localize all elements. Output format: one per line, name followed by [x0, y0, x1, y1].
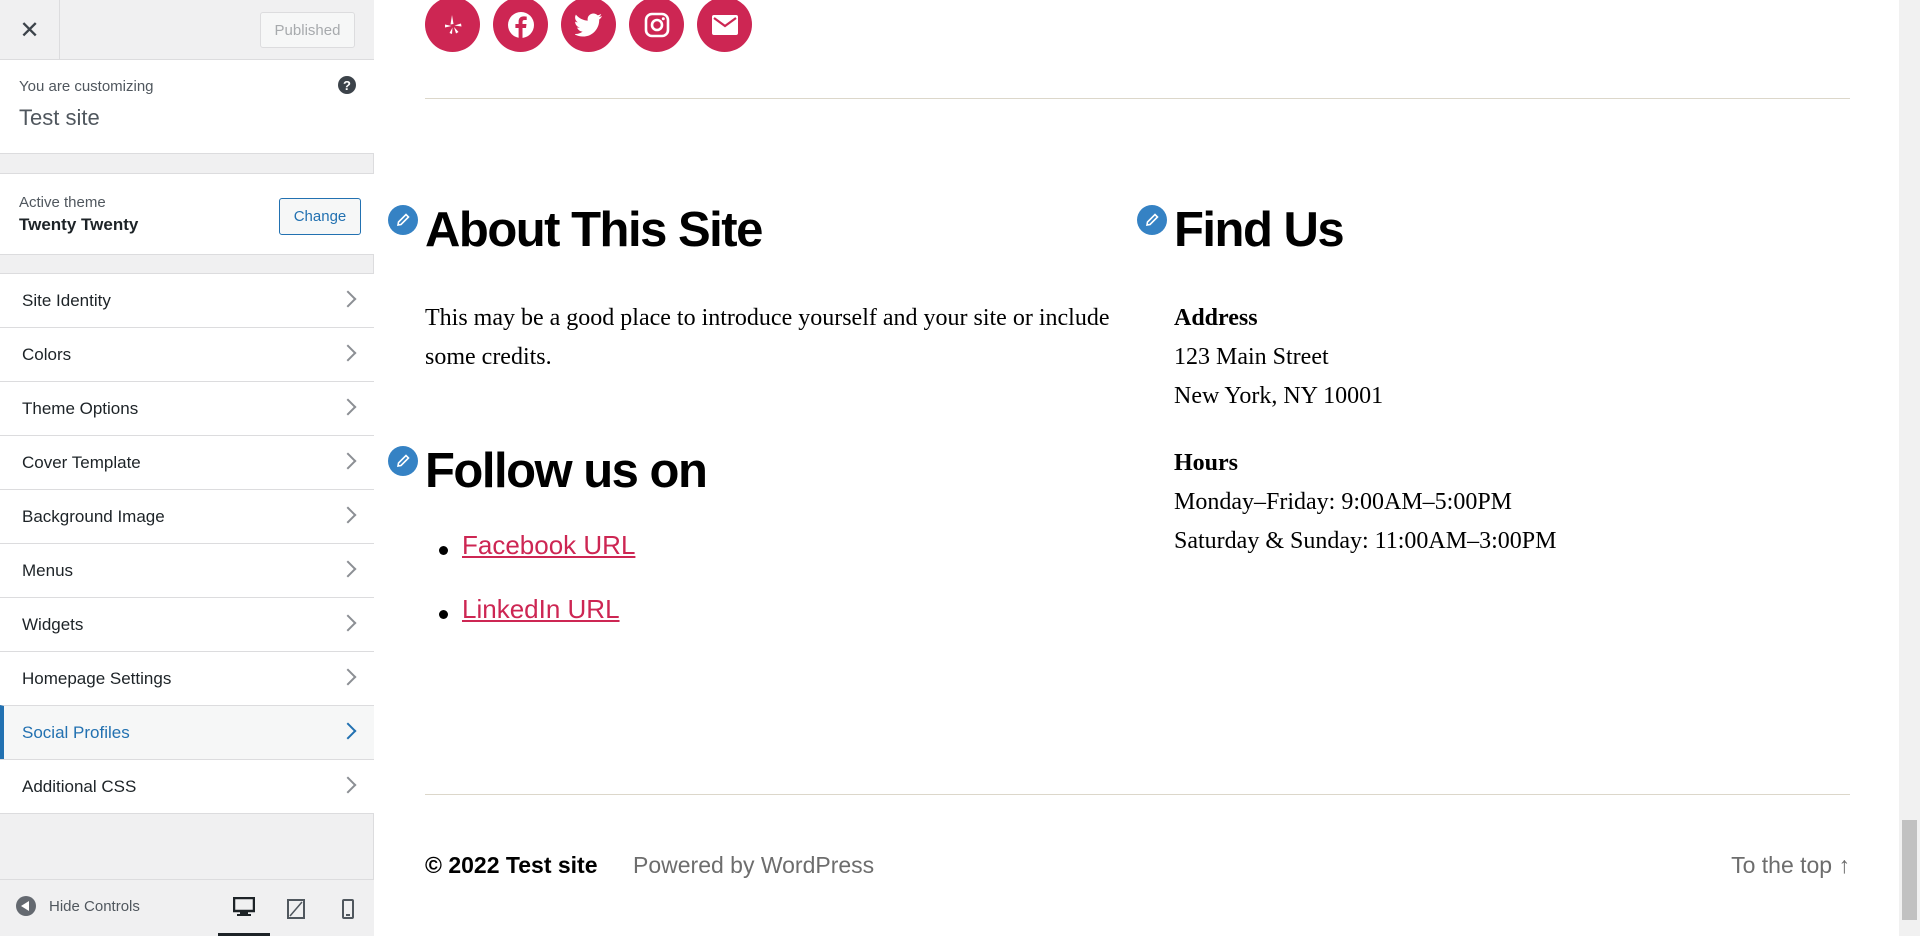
customizer-menu: Site Identity Colors Theme Options Cover…	[0, 273, 374, 814]
yelp-icon[interactable]	[425, 0, 480, 52]
chevron-right-icon	[339, 776, 357, 794]
site-title: Test site	[19, 105, 100, 130]
desktop-icon[interactable]	[218, 880, 270, 936]
menu-item-additional-css[interactable]: Additional CSS	[0, 759, 374, 814]
menu-item-label: Widgets	[22, 614, 84, 634]
hours-line: Monday–Friday: 9:00AM–5:00PM	[1174, 489, 1513, 515]
edit-widget-pencil-icon[interactable]	[386, 444, 420, 478]
menu-item-menus[interactable]: Menus	[0, 543, 374, 598]
address-block: Address 123 Main Street New York, NY 100…	[1174, 299, 1383, 416]
collapse-arrow-icon	[16, 896, 36, 916]
menu-item-label: Menus	[22, 560, 74, 580]
customizer-footer: Hide Controls	[0, 879, 374, 936]
chevron-right-icon	[339, 290, 357, 308]
divider	[425, 98, 1850, 99]
instagram-icon[interactable]	[629, 0, 684, 52]
hours-label: Hours	[1174, 450, 1239, 476]
menu-item-theme-options[interactable]: Theme Options	[0, 381, 374, 436]
email-icon[interactable]	[697, 0, 752, 52]
facebook-url-link[interactable]: Facebook URL	[462, 530, 635, 560]
tablet-icon[interactable]	[270, 880, 322, 936]
active-theme-panel: Active theme Twenty Twenty Change	[0, 173, 374, 255]
hours-block: Hours Monday–Friday: 9:00AM–5:00PM Satur…	[1174, 444, 1556, 561]
powered-by-link[interactable]: Powered by WordPress	[633, 852, 874, 879]
to-the-top-link[interactable]: To the top ↑	[1731, 852, 1850, 879]
chevron-right-icon	[339, 668, 357, 686]
menu-item-label: Additional CSS	[22, 776, 137, 796]
menu-item-label: Site Identity	[22, 290, 111, 310]
customize-info: You are customizing Test site ?	[0, 60, 374, 154]
linkedin-url-link[interactable]: LinkedIn URL	[462, 594, 620, 624]
edit-widget-pencil-icon[interactable]	[1135, 203, 1169, 237]
mobile-icon[interactable]	[322, 880, 374, 936]
publish-button[interactable]: Published	[260, 12, 355, 48]
preview-scrollbar[interactable]	[1899, 0, 1920, 936]
menu-item-label: Theme Options	[22, 398, 139, 418]
menu-item-colors[interactable]: Colors	[0, 327, 374, 382]
hours-line: Saturday & Sunday: 11:00AM–3:00PM	[1174, 528, 1557, 554]
active-theme-label: Active theme	[19, 194, 106, 211]
twitter-icon[interactable]	[561, 0, 616, 52]
hide-controls-button[interactable]: Hide Controls	[16, 896, 140, 916]
chevron-right-icon	[339, 398, 357, 416]
chevron-right-icon	[339, 506, 357, 524]
chevron-right-icon	[339, 614, 357, 632]
menu-item-site-identity[interactable]: Site Identity	[0, 273, 374, 328]
hide-controls-label: Hide Controls	[49, 897, 140, 915]
list-item: LinkedIn URL	[425, 594, 635, 658]
facebook-icon[interactable]	[493, 0, 548, 52]
address-line: 123 Main Street	[1174, 344, 1329, 370]
menu-item-cover-template[interactable]: Cover Template	[0, 435, 374, 490]
list-item: Facebook URL	[425, 530, 635, 594]
scrollbar-thumb[interactable]	[1902, 820, 1917, 920]
menu-item-label: Colors	[22, 344, 72, 364]
address-line: New York, NY 10001	[1174, 383, 1384, 409]
chevron-right-icon	[339, 722, 357, 740]
customizer-sidebar: ✕ Published You are customizing Test sit…	[0, 0, 374, 936]
about-title: About This Site	[425, 203, 763, 257]
customizing-label: You are customizing	[19, 78, 154, 95]
help-icon[interactable]: ?	[338, 76, 356, 94]
menu-item-widgets[interactable]: Widgets	[0, 597, 374, 652]
follow-links-list: Facebook URL LinkedIn URL	[425, 530, 635, 658]
divider	[425, 794, 1850, 795]
about-text: This may be a good place to introduce yo…	[425, 305, 1110, 370]
customizer-header: ✕ Published	[0, 0, 374, 60]
close-icon[interactable]: ✕	[0, 0, 60, 60]
menu-item-social-profiles[interactable]: Social Profiles	[0, 705, 374, 760]
site-preview: About This Site This may be a good place…	[375, 0, 1899, 936]
menu-item-homepage-settings[interactable]: Homepage Settings	[0, 651, 374, 706]
menu-item-background-image[interactable]: Background Image	[0, 489, 374, 544]
chevron-right-icon	[339, 560, 357, 578]
chevron-right-icon	[339, 344, 357, 362]
follow-title: Follow us on	[425, 444, 708, 498]
chevron-right-icon	[339, 452, 357, 470]
find-us-title: Find Us	[1174, 203, 1345, 257]
change-theme-button[interactable]: Change	[279, 198, 361, 235]
edit-widget-pencil-icon[interactable]	[386, 203, 420, 237]
menu-item-label: Social Profiles	[22, 722, 130, 742]
menu-item-label: Homepage Settings	[22, 668, 172, 688]
theme-name: Twenty Twenty	[19, 215, 139, 234]
menu-item-label: Cover Template	[22, 452, 141, 472]
menu-item-label: Background Image	[22, 506, 165, 526]
address-label: Address	[1174, 305, 1258, 331]
copyright-text: © 2022 Test site	[425, 852, 598, 878]
